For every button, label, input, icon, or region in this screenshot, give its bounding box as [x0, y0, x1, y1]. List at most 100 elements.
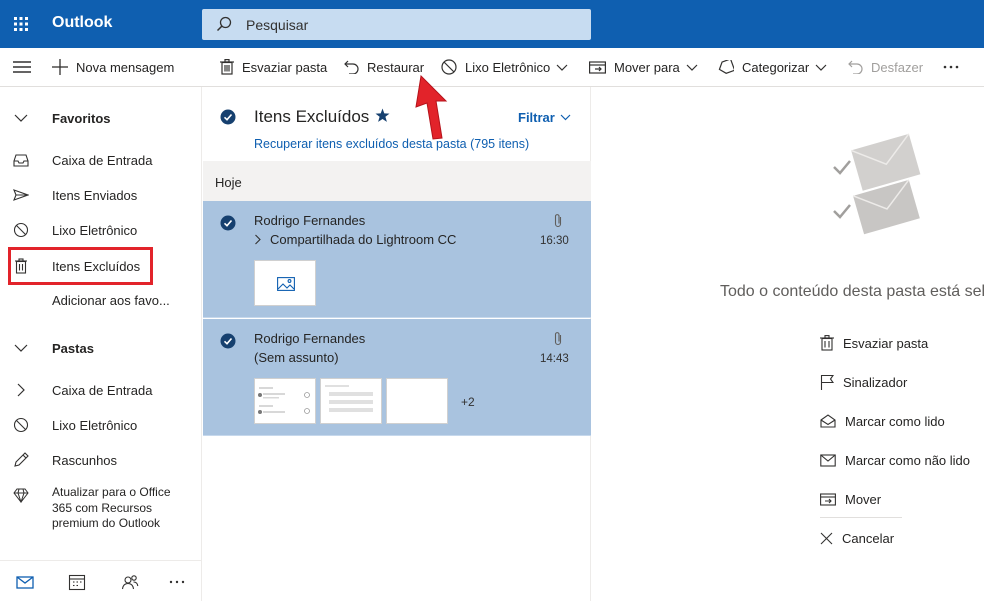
move-to-button[interactable]: Mover para — [589, 48, 698, 86]
mail-icon[interactable] — [16, 573, 34, 591]
document-preview-icon — [325, 385, 373, 412]
message-sender: Rodrigo Fernandes — [254, 331, 366, 346]
folders-header[interactable]: Pastas — [0, 331, 202, 365]
filter-button[interactable]: Filtrar — [518, 110, 571, 125]
sidebar-item-label: Caixa de Entrada — [52, 153, 153, 168]
folder-pane: Favoritos Caixa de Entrada Itens Enviado… — [0, 87, 202, 601]
chevron-down-icon — [686, 64, 698, 71]
paperclip-icon — [554, 332, 562, 346]
action-label: Marcar como lido — [845, 413, 945, 429]
send-icon — [13, 189, 29, 201]
tag-icon — [718, 60, 734, 74]
search-input[interactable] — [246, 15, 576, 35]
chevron-down-icon — [14, 114, 28, 122]
mark-unread-action[interactable]: Marcar como não lido — [820, 447, 984, 473]
upgrade-promo[interactable]: Atualizar para o Office 365 com Recursos… — [0, 475, 202, 559]
move-icon — [820, 492, 836, 506]
block-icon — [13, 222, 29, 238]
categorize-button[interactable]: Categorizar — [718, 48, 827, 86]
attachment-thumbnail[interactable] — [320, 378, 382, 424]
add-favorites-label: Adicionar aos favo... — [52, 293, 170, 308]
undo-label: Desfazer — [871, 59, 924, 75]
more-attachments-count[interactable]: +2 — [461, 395, 475, 409]
search-box[interactable] — [202, 9, 591, 40]
open-envelope-icon — [820, 414, 836, 428]
action-label: Marcar como não lido — [845, 452, 970, 468]
message-row[interactable]: Rodrigo Fernandes Compartilhada do Light… — [203, 201, 591, 318]
chevron-right-icon — [17, 383, 25, 397]
group-header: Hoje — [203, 161, 591, 201]
action-label: Sinalizador — [843, 374, 908, 390]
hamburger-button[interactable] — [13, 48, 31, 86]
junk-label: Lixo Eletrônico — [465, 59, 551, 75]
flag-action[interactable]: Sinalizador — [820, 369, 984, 395]
divider — [820, 517, 902, 518]
new-message-button[interactable]: Nova mensagem — [52, 48, 174, 86]
undo-button[interactable]: Desfazer — [848, 48, 923, 86]
attachment-thumbnail[interactable] — [386, 378, 448, 424]
attachment-thumbnail[interactable] — [254, 260, 316, 306]
favorites-label: Favoritos — [52, 111, 111, 126]
favorites-header[interactable]: Favoritos — [0, 101, 202, 135]
cancel-action[interactable]: Cancelar — [820, 525, 984, 551]
sidebar-item-junk[interactable]: Lixo Eletrônico — [0, 213, 202, 247]
empty-folder-button[interactable]: Esvaziar pasta — [220, 48, 327, 86]
favorite-star-icon[interactable] — [375, 108, 390, 123]
filter-label: Filtrar — [518, 110, 555, 125]
highlight-annotation — [8, 247, 153, 285]
attachment-thumbnail[interactable] — [254, 378, 316, 424]
empty-folder-label: Esvaziar pasta — [242, 59, 328, 75]
paperclip-icon — [554, 214, 562, 228]
command-bar: Nova mensagem Esvaziar pasta Restaurar L… — [0, 48, 984, 87]
sidebar-item-label: Lixo Eletrônico — [52, 418, 138, 433]
message-time: 16:30 — [540, 235, 569, 247]
sidebar-item-drafts[interactable]: Rascunhos — [0, 443, 202, 477]
inbox-icon — [13, 154, 29, 167]
search-icon — [216, 16, 232, 32]
flag-icon — [820, 374, 834, 390]
folder-header: Itens Excluídos Filtrar Recuperar itens … — [203, 87, 591, 161]
message-subject: Compartilhada do Lightroom CC — [270, 232, 457, 247]
sidebar-item-inbox[interactable]: Caixa de Entrada — [0, 143, 202, 177]
sidebar-item-inbox-folder[interactable]: Caixa de Entrada — [0, 373, 202, 407]
more-apps-icon[interactable] — [168, 573, 186, 591]
red-arrow-annotation — [415, 74, 448, 140]
message-checkbox[interactable] — [220, 215, 236, 231]
action-label: Esvaziar pasta — [843, 335, 929, 351]
people-icon[interactable] — [121, 573, 139, 591]
sidebar-item-sent[interactable]: Itens Enviados — [0, 178, 202, 212]
plus-icon — [52, 59, 68, 75]
select-all-checkbox[interactable] — [220, 109, 236, 125]
more-options-button[interactable] — [943, 48, 959, 86]
chevron-right-icon[interactable] — [254, 234, 262, 245]
message-sender: Rodrigo Fernandes — [254, 213, 366, 228]
sidebar-item-label: Lixo Eletrônico — [52, 223, 138, 238]
empty-folder-action[interactable]: Esvaziar pasta — [820, 330, 984, 356]
reading-pane: Todo o conteúdo desta pasta está sele Es… — [592, 87, 984, 601]
block-icon — [13, 417, 29, 433]
add-favorites-link[interactable]: Adicionar aos favo... — [0, 283, 202, 317]
sidebar-item-junk-folder[interactable]: Lixo Eletrônico — [0, 408, 202, 442]
recover-items-link[interactable]: Recuperar itens excluídos desta pasta (7… — [254, 137, 529, 151]
waffle-icon[interactable] — [13, 16, 29, 32]
move-to-label: Mover para — [614, 59, 680, 75]
message-time: 14:43 — [540, 353, 569, 365]
move-action[interactable]: Mover — [820, 486, 984, 512]
message-row[interactable]: Rodrigo Fernandes (Sem assunto) 14:43 +2 — [203, 319, 591, 436]
restore-label: Restaurar — [367, 59, 425, 75]
message-list: Itens Excluídos Filtrar Recuperar itens … — [203, 87, 591, 601]
mark-read-action[interactable]: Marcar como lido — [820, 408, 984, 434]
document-preview-icon — [258, 387, 310, 414]
action-label: Cancelar — [842, 530, 895, 546]
new-message-label: Nova mensagem — [76, 59, 175, 75]
chevron-down-icon — [815, 64, 827, 71]
envelope-icon — [820, 453, 836, 467]
sidebar-item-label: Itens Enviados — [52, 188, 138, 203]
junk-button[interactable]: Lixo Eletrônico — [441, 48, 568, 86]
app-title[interactable]: Outlook — [52, 14, 112, 32]
calendar-icon[interactable] — [68, 573, 86, 591]
close-icon — [820, 532, 833, 544]
message-subject-row: Compartilhada do Lightroom CC — [254, 232, 456, 247]
action-label: Mover — [845, 491, 882, 507]
message-checkbox[interactable] — [220, 333, 236, 349]
